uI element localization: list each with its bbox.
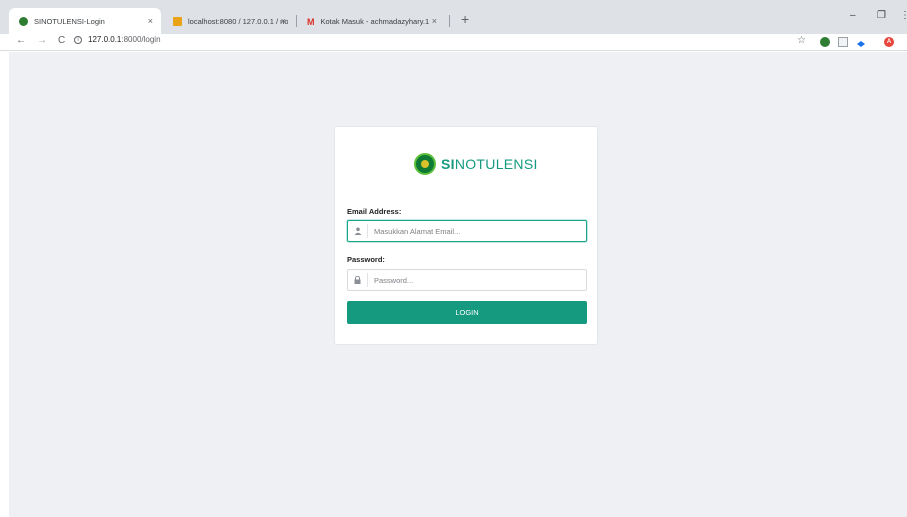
login-button[interactable]: LOGIN xyxy=(347,301,587,324)
app-logo: SINOTULENSI xyxy=(414,153,538,175)
bookmark-star-icon[interactable]: ☆ xyxy=(797,35,806,46)
restore-window-button[interactable]: ❐ xyxy=(877,10,886,21)
back-arrow-icon[interactable]: ← xyxy=(16,35,26,46)
close-tab-icon[interactable]: × xyxy=(432,16,437,26)
password-input[interactable] xyxy=(368,275,578,285)
tab-phpmyadmin[interactable]: localhost:8080 / 127.0.0.1 / notul × xyxy=(163,8,294,34)
brand-name: SINOTULENSI xyxy=(441,156,538,172)
browser-toolbar: ← → C i 127.0.0.1 :8000/login ☆ A xyxy=(0,34,907,51)
tab-separator xyxy=(449,15,450,27)
minimize-window-button[interactable]: – xyxy=(850,10,856,21)
password-field-group xyxy=(347,269,587,291)
reload-icon[interactable]: C xyxy=(58,35,65,46)
window-more-button[interactable]: ⋮ xyxy=(900,10,907,21)
tab-title: SINOTULENSI-Login xyxy=(34,16,105,26)
brand-bold: SI xyxy=(441,156,455,172)
university-emblem-icon xyxy=(414,153,436,175)
url-path: :8000/login xyxy=(121,35,161,44)
tab-title: Kotak Masuk - achmadazyhary.1 xyxy=(320,16,430,26)
user-icon xyxy=(348,224,368,238)
password-label: Password: xyxy=(347,255,385,264)
email-input[interactable] xyxy=(368,226,578,236)
close-tab-icon[interactable]: × xyxy=(148,16,153,26)
tab-sinotulensi-login[interactable]: SINOTULENSI-Login × xyxy=(9,8,161,34)
lock-icon xyxy=(348,273,368,287)
forward-arrow-icon[interactable]: → xyxy=(37,35,47,46)
brand-rest: NOTULENSI xyxy=(454,156,538,172)
browser-tab-strip: SINOTULENSI-Login × localhost:8080 / 127… xyxy=(0,0,907,34)
login-card: SINOTULENSI Email Address: Password: LOG… xyxy=(334,126,598,345)
phpmyadmin-favicon-icon xyxy=(173,16,182,26)
email-field-group xyxy=(347,220,587,242)
address-bar[interactable]: i 127.0.0.1 :8000/login xyxy=(74,35,161,44)
document-extension-icon[interactable] xyxy=(838,37,848,47)
new-tab-button[interactable]: + xyxy=(461,11,469,27)
tab-gmail-inbox[interactable]: M Kotak Masuk - achmadazyhary.1 × xyxy=(297,8,445,34)
page-background: SINOTULENSI Email Address: Password: LOG… xyxy=(9,52,907,517)
email-label: Email Address: xyxy=(347,207,402,216)
globe-extension-icon[interactable] xyxy=(820,37,830,47)
url-host: 127.0.0.1 xyxy=(88,35,122,44)
profile-avatar-icon[interactable]: A xyxy=(884,37,894,47)
sinotulensi-favicon-icon xyxy=(19,16,28,26)
close-tab-icon[interactable]: × xyxy=(281,16,286,26)
gmail-favicon-icon: M xyxy=(307,16,315,27)
layers-extension-icon[interactable] xyxy=(856,37,866,47)
tab-title: localhost:8080 / 127.0.0.1 / notul xyxy=(188,16,288,26)
site-info-icon[interactable]: i xyxy=(74,35,82,44)
